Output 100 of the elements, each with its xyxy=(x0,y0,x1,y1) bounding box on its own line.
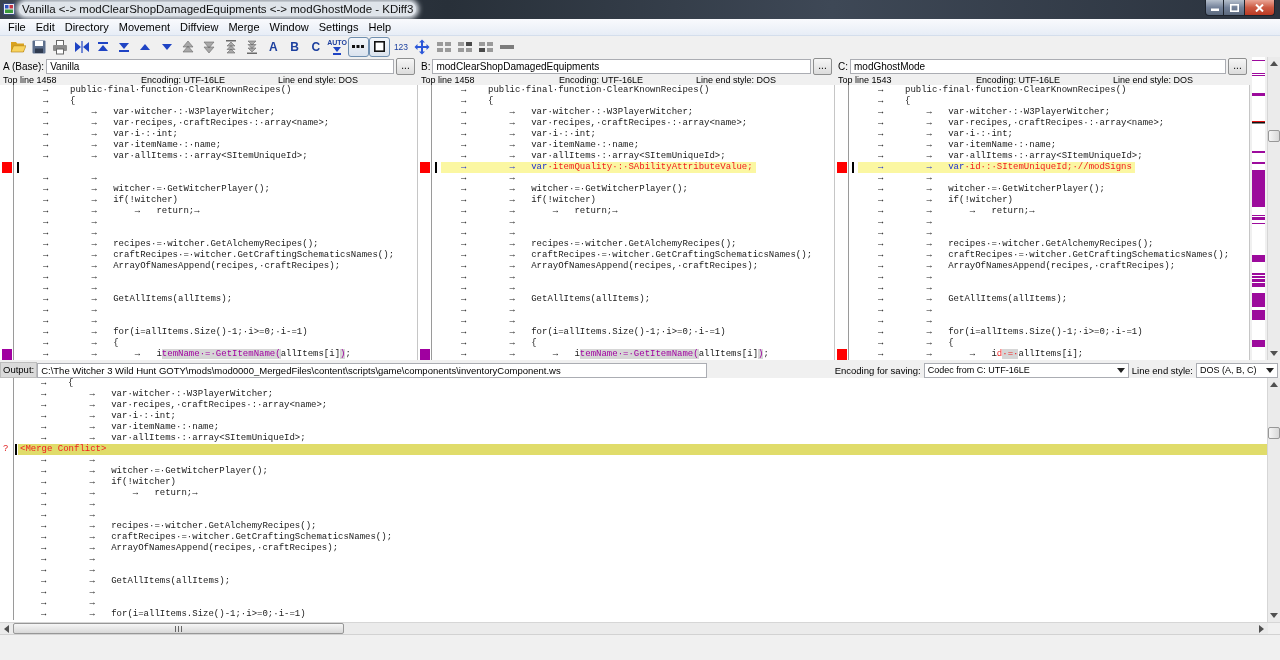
code-line: → → var·witcher·:·W3PlayerWitcher; xyxy=(460,107,695,118)
line-end-dropdown[interactable]: DOS (A, B, C) xyxy=(1196,362,1278,378)
code-line: → → → return;→ xyxy=(42,206,201,217)
menu-item[interactable]: Help xyxy=(363,19,397,35)
code-line: → → xyxy=(877,228,933,239)
up-triangles-icon xyxy=(180,38,196,55)
code-line: → → → itemName·=·GetItemName(allItems[i]); xyxy=(42,349,352,360)
conflict-mark: ? xyxy=(2,444,9,455)
browse-button[interactable]: ... xyxy=(813,57,832,75)
code-line: → { xyxy=(42,96,77,107)
code-line: → → xyxy=(460,228,516,239)
toolbar-button[interactable]: A xyxy=(262,36,284,57)
code-line: → → ArrayOfNamesAppend(recipes,·craftRecipes); xyxy=(42,261,342,272)
down-arrow-icon xyxy=(1270,351,1278,356)
maximize-button[interactable] xyxy=(1224,0,1245,16)
grid-icon xyxy=(457,41,472,52)
code-line: → public·final·function·ClearKnownRecipes() xyxy=(877,85,1128,96)
menu-item[interactable]: Settings xyxy=(313,19,364,35)
code-line: → → recipes·=·witcher.GetAlchemyRecipes(); xyxy=(40,521,318,532)
code-line: → → var·allItems·:·array<SItemUniqueId>; xyxy=(40,433,307,444)
app-icon xyxy=(3,3,15,15)
code-line: → → craftRecipes·=·witcher.GetCraftingSchematicsNames(); xyxy=(42,250,396,261)
toolbar-button[interactable]: C xyxy=(305,36,327,57)
code-line: → → xyxy=(42,305,98,316)
scrollbar-thumb[interactable] xyxy=(1268,130,1280,142)
toggle-button[interactable] xyxy=(347,36,370,57)
code-line: → → var·i·:·int; xyxy=(40,411,178,422)
toggle-button[interactable] xyxy=(369,36,391,57)
code-line: → → xyxy=(460,305,516,316)
file-field[interactable]: modGhostMode xyxy=(850,58,1226,74)
printer-icon xyxy=(52,38,69,55)
code-line: → → xyxy=(877,305,933,316)
close-button[interactable] xyxy=(1245,0,1275,16)
code-line: → → var·i·:·int; xyxy=(877,129,1015,140)
code-line: → → var·recipes,·craftRecipes·:·array<name>; xyxy=(40,400,329,411)
code-line: → → var·witcher·:·W3PlayerWitcher; xyxy=(877,107,1112,118)
code-line: → → if(!witcher) xyxy=(460,195,598,206)
line-end-label: Line end style: DOS xyxy=(696,75,778,85)
dots-icon xyxy=(352,45,365,48)
code-line: → { xyxy=(40,378,75,389)
code-line: → → xyxy=(42,228,98,239)
code-line: → → GetAllItems(allItems); xyxy=(40,576,232,587)
scrollbar-thumb[interactable] xyxy=(1268,427,1280,439)
code-line: → → → itemName·=·GetItemName(allItems[i]); xyxy=(460,349,770,360)
save-icon xyxy=(30,38,47,55)
code-line: → { xyxy=(877,96,912,107)
code-line: → → witcher·=·GetWitcherPlayer(); xyxy=(877,184,1106,195)
menu-item[interactable]: Directory xyxy=(59,19,114,35)
code-line: → → recipes·=·witcher.GetAlchemyRecipes(); xyxy=(877,239,1155,250)
browse-button[interactable]: ... xyxy=(396,57,415,75)
up-arrow-icon xyxy=(1270,382,1278,387)
code-line: → → xyxy=(42,283,98,294)
toolbar-button[interactable]: B xyxy=(283,36,306,57)
menu-item[interactable]: Diffview xyxy=(175,19,224,35)
line-end-label: Line end style: xyxy=(1131,364,1193,376)
code-line: → → xyxy=(40,499,96,510)
encoding-dropdown[interactable]: Codec from C: UTF-16LE xyxy=(923,362,1129,378)
code-line: → → if(!witcher) xyxy=(877,195,1015,206)
menu-item[interactable]: Movement xyxy=(113,19,176,35)
diff-overview[interactable] xyxy=(1252,57,1265,360)
code-line: → → xyxy=(40,554,96,565)
caret-icon xyxy=(1266,367,1274,373)
vertical-scrollbar[interactable] xyxy=(1267,378,1280,622)
file-field[interactable]: modClearShopDamagedEquipments xyxy=(432,58,811,74)
code-line: → → for(i=allItems.Size()-1;·i>=0;·i-=1) xyxy=(460,327,727,338)
code-line: → → for(i=allItems.Size()-1;·i>=0;·i-=1) xyxy=(40,609,307,620)
code-line: → → xyxy=(460,283,516,294)
browse-button[interactable]: ... xyxy=(1228,57,1247,75)
menu-item[interactable]: Merge xyxy=(223,19,265,35)
code-line: → → if(!witcher) xyxy=(40,477,178,488)
code-line: → → xyxy=(40,598,96,609)
code-line: → → var·witcher·:·W3PlayerWitcher; xyxy=(40,389,275,400)
code-line: → → var·recipes,·craftRecipes·:·array<name>; xyxy=(42,118,331,129)
bar-icon xyxy=(500,44,515,49)
code-line: → → var·recipes,·craftRecipes·:·array<name>; xyxy=(877,118,1166,129)
toolbar-button[interactable]: 123 xyxy=(390,36,412,57)
vertical-scrollbar[interactable] xyxy=(1267,57,1280,360)
menu-item[interactable]: Edit xyxy=(30,19,60,35)
file-field[interactable]: Vanilla xyxy=(46,58,394,74)
code-line: → → xyxy=(877,316,933,327)
code-line: → → xyxy=(877,217,933,228)
code-line: → → { xyxy=(42,338,120,349)
encoding-label: Encoding: UTF-16LE xyxy=(559,75,644,85)
grid-icon xyxy=(479,41,494,52)
top-line-label: Top line 1543 xyxy=(838,75,893,85)
menu-item[interactable]: File xyxy=(3,19,31,35)
code-line: → → xyxy=(40,455,96,466)
code-line: → → { xyxy=(877,338,955,349)
window-title: Vanilla <-> modClearShopDamagedEquipments <-> modGhostMode - KDiff3 xyxy=(19,2,417,16)
output-path-field[interactable]: C:\The Witcher 3 Wild Hunt GOTY\mods\mod0000_MergedFiles\content\scripts\game\components\inventoryComponent.ws xyxy=(37,362,708,378)
code-line: → public·final·function·ClearKnownRecipes() xyxy=(460,85,711,96)
code-line: → → xyxy=(40,510,96,521)
code-line: → → xyxy=(40,565,96,576)
line-end-label: Line end style: DOS xyxy=(278,75,360,85)
code-line: → → craftRecipes·=·witcher.GetCraftingSchematicsNames(); xyxy=(40,532,394,543)
code-line: → → var·itemName·:·name; xyxy=(877,140,1058,151)
minimize-button[interactable] xyxy=(1205,0,1224,16)
code-line: → → ArrayOfNamesAppend(recipes,·craftRecipes); xyxy=(40,543,340,554)
menu-item[interactable]: Window xyxy=(264,19,314,35)
code-line: → → xyxy=(42,272,98,283)
